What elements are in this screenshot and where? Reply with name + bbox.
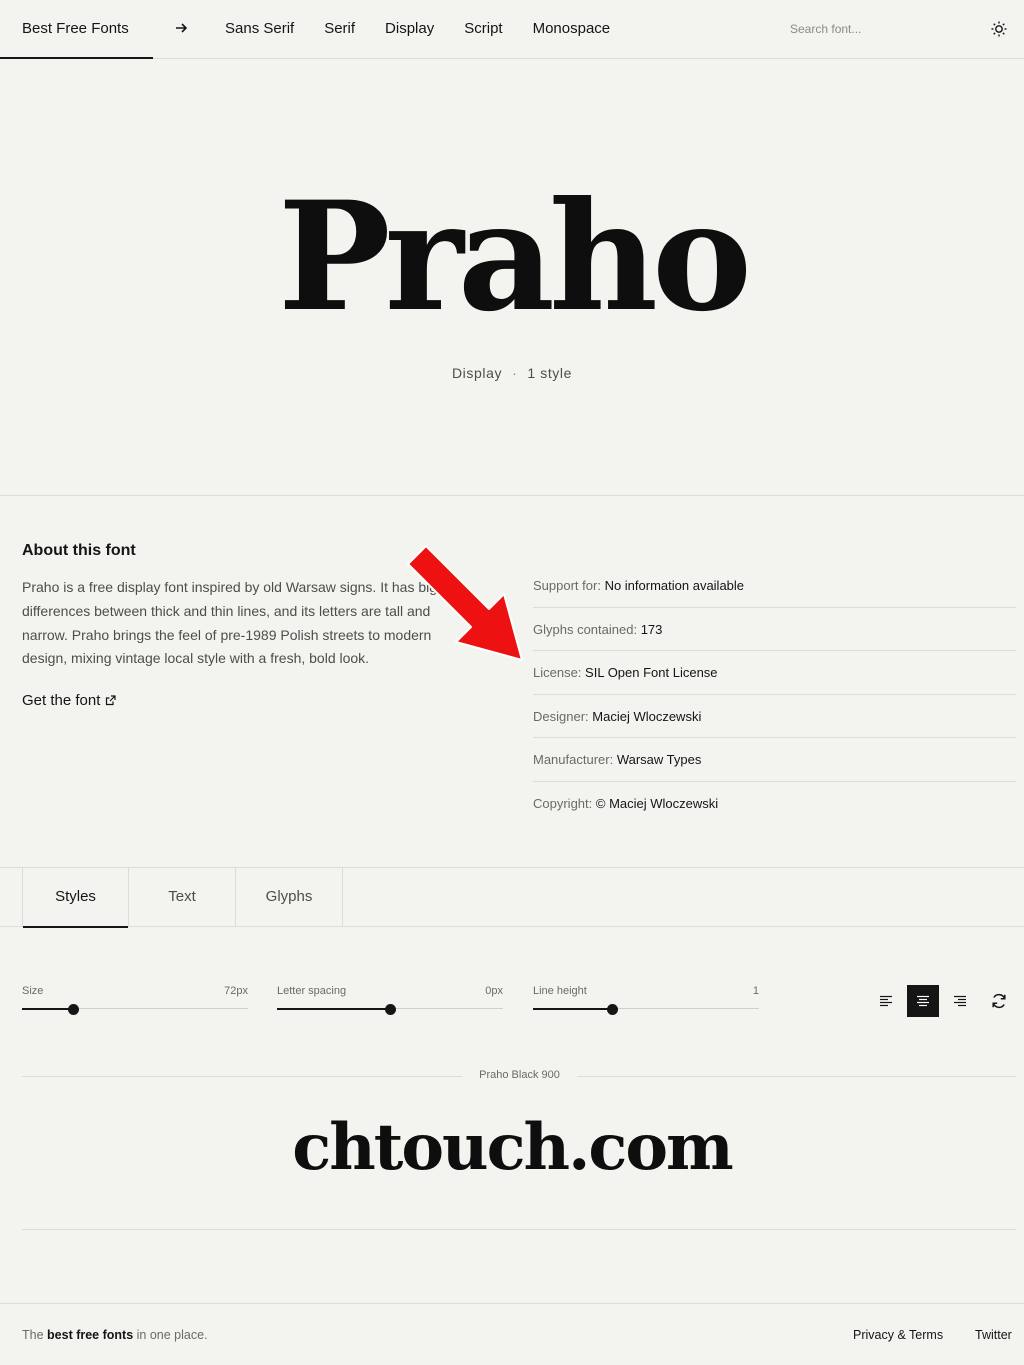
- size-slider-fill: [22, 1007, 74, 1010]
- letter-spacing-value: 0px: [485, 985, 503, 997]
- detail-label: Copyright:: [533, 795, 593, 811]
- font-category: Display: [451, 365, 503, 381]
- align-center-icon: [917, 995, 929, 1007]
- detail-value: Maciej Wloczewski: [592, 708, 702, 724]
- detail-manufacturer: Manufacturer: Warsaw Types: [533, 738, 1016, 782]
- nav-script[interactable]: Script: [464, 0, 502, 59]
- get-font-link[interactable]: Get the font: [22, 692, 116, 709]
- size-slider-handle[interactable]: [68, 1003, 80, 1015]
- external-link-icon: [105, 693, 116, 706]
- privacy-terms-link[interactable]: Privacy & Terms: [853, 1328, 943, 1342]
- brand-link[interactable]: Best Free Fonts: [0, 0, 153, 59]
- red-arrow-annotation: [407, 545, 523, 661]
- nav-sans-serif[interactable]: Sans Serif: [225, 0, 294, 59]
- preview-sample-text[interactable]: chtouch.com: [0, 1108, 1024, 1188]
- detail-value: No information available: [604, 578, 745, 593]
- line-height-value: 1: [752, 985, 759, 997]
- font-hero: Praho Display · 1 style: [0, 59, 1024, 496]
- twitter-link[interactable]: Twitter: [975, 1328, 1012, 1342]
- detail-label: Support for:: [533, 578, 601, 593]
- tagline-suffix: in one place.: [136, 1328, 208, 1342]
- detail-label: Designer:: [533, 708, 589, 724]
- tagline-bold: best free fonts: [47, 1328, 134, 1342]
- align-left-button[interactable]: [870, 985, 902, 1017]
- line-height-control: Line height 1: [533, 985, 759, 1015]
- font-style-count: 1 style: [527, 365, 573, 381]
- detail-license: License: SIL Open Font License: [533, 651, 1016, 695]
- size-label: Size: [22, 985, 44, 997]
- size-control: Size 72px: [22, 985, 248, 1015]
- site-footer: The best free fonts in one place. Privac…: [0, 1303, 1024, 1365]
- nav-serif[interactable]: Serif: [324, 0, 355, 59]
- preview-divider-bottom: [22, 1229, 1016, 1230]
- letter-spacing-slider-handle[interactable]: [384, 1003, 396, 1015]
- size-value: 72px: [224, 985, 248, 997]
- detail-label: Glyphs contained:: [533, 621, 638, 637]
- tagline-prefix: The: [22, 1328, 44, 1342]
- search-input[interactable]: [782, 16, 952, 42]
- arrow-right-icon[interactable]: [172, 19, 190, 37]
- tab-glyphs[interactable]: Glyphs: [236, 868, 343, 927]
- meta-separator: ·: [512, 365, 518, 381]
- line-height-slider-fill: [533, 1007, 613, 1010]
- get-font-label: Get the font: [22, 692, 101, 709]
- align-right-icon: [954, 995, 966, 1007]
- line-height-label: Line height: [533, 985, 587, 997]
- tab-text[interactable]: Text: [129, 868, 236, 927]
- detail-glyphs: Glyphs contained: 173: [533, 608, 1016, 651]
- line-height-slider-handle[interactable]: [606, 1003, 618, 1015]
- top-header: Best Free Fonts Sans Serif Serif Display…: [0, 0, 1024, 59]
- detail-value: Warsaw Types: [616, 752, 702, 767]
- tab-styles[interactable]: Styles: [22, 868, 129, 928]
- detail-designer: Designer: Maciej Wloczewski: [533, 695, 1016, 738]
- align-left-icon: [880, 995, 892, 1007]
- about-title: About this font: [22, 542, 136, 559]
- detail-label: License:: [533, 665, 582, 680]
- sun-icon[interactable]: [990, 20, 1008, 38]
- detail-value: SIL Open Font License: [585, 665, 718, 680]
- font-name-specimen: Praho: [277, 169, 752, 345]
- nav-display[interactable]: Display: [385, 0, 434, 59]
- detail-value: 173: [640, 621, 663, 637]
- letter-spacing-label: Letter spacing: [277, 985, 347, 997]
- detail-label: Manufacturer:: [533, 752, 614, 767]
- font-meta: Display · 1 style: [0, 365, 1024, 381]
- preview-style-name: Praho Black 900: [479, 1069, 560, 1081]
- preview-divider-right: [577, 1076, 1016, 1077]
- category-nav: Sans Serif Serif Display Script Monospac…: [225, 0, 610, 59]
- specimen-tabs: Styles Text Glyphs: [0, 867, 1024, 928]
- align-right-button[interactable]: [944, 985, 976, 1017]
- detail-support: Support for: No information available: [533, 564, 1016, 608]
- align-center-button[interactable]: [907, 985, 939, 1017]
- letter-spacing-slider-fill: [277, 1007, 390, 1010]
- preview-divider-left: [22, 1076, 462, 1077]
- footer-tagline: The best free fonts in one place.: [22, 1328, 208, 1342]
- detail-copyright: Copyright: © Maciej Wloczewski: [533, 782, 1016, 826]
- nav-monospace[interactable]: Monospace: [533, 0, 611, 59]
- detail-value: © Maciej Wloczewski: [595, 795, 719, 811]
- font-details-list: Support for: No information available Gl…: [533, 564, 1016, 825]
- reset-icon[interactable]: [988, 990, 1010, 1012]
- letter-spacing-control: Letter spacing 0px: [277, 985, 503, 1015]
